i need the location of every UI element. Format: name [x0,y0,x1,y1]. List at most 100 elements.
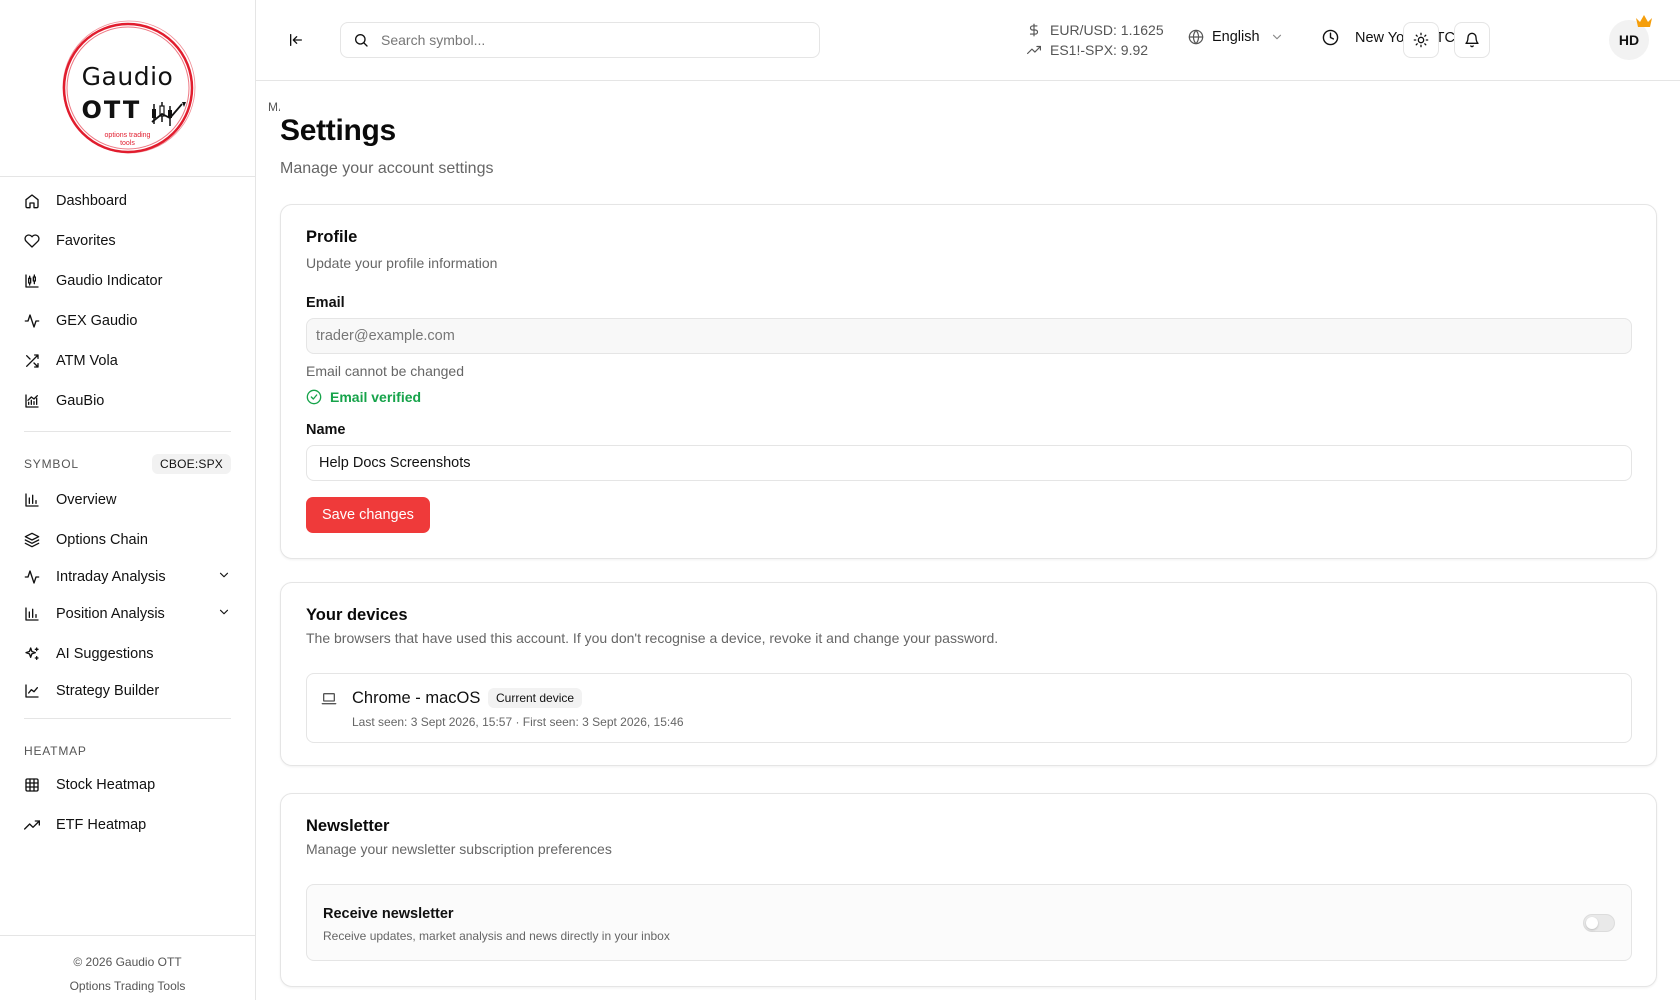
device-row: Chrome - macOS Current device Last seen:… [306,673,1632,743]
sidebar-item-label: Stock Heatmap [56,777,156,793]
copyright-text: © 2026 Gaudio OTT [73,955,182,969]
logo-area: Gaudio OTT options trading tools [0,0,255,177]
sidebar-item-label: GEX Gaudio [56,313,138,329]
search-icon [353,32,369,48]
profile-subtitle: Update your profile information [306,255,498,271]
section-symbol-label: SYMBOL [24,457,79,471]
device-name: Chrome - macOS [352,689,481,707]
symbol-badge[interactable]: CBOE:SPX [152,454,231,474]
sidebar-item-atm-vola[interactable]: ATM Vola [12,341,243,381]
home-icon [24,193,40,209]
globe-icon [1188,29,1204,45]
email-field[interactable] [306,318,1632,354]
dollar-icon [1026,22,1042,38]
sidebar-item-options-chain[interactable]: Options Chain [12,520,243,560]
profile-title: Profile [306,228,358,246]
check-circle-icon [306,389,322,405]
email-verified-status: Email verified [306,389,421,405]
footer-tagline: Options Trading Tools [69,979,186,993]
sparkles-icon [24,646,40,662]
sidebar-item-intraday-analysis[interactable]: Intraday Analysis [12,560,243,594]
profile-card: Profile Update your profile information … [280,204,1657,559]
devices-subtitle: The browsers that have used this account… [306,630,999,646]
main-content: Settings Manage your account settings Pr… [256,81,1680,1000]
newsletter-toggle[interactable] [1583,914,1615,932]
language-selector[interactable]: English [1188,29,1284,45]
clock-icon [1322,29,1339,46]
sidebar-item-etf-heatmap[interactable]: ETF Heatmap [12,805,243,845]
timezone-selector[interactable]: New York (UTC-4) [1322,29,1473,46]
sidebar-item-gex-gaudio[interactable]: GEX Gaudio [12,301,243,341]
newsletter-subtitle: Manage your newsletter subscription pref… [306,841,612,857]
sidebar-item-label: Position Analysis [56,606,165,622]
sidebar-item-favorites[interactable]: Favorites [12,221,243,261]
chevron-down-icon [1270,30,1284,44]
logo-tagline-line2: tools [120,140,135,147]
email-label: Email [306,295,345,311]
current-device-badge: Current device [488,688,583,708]
sidebar-divider [24,718,231,719]
sidebar-item-stock-heatmap[interactable]: Stock Heatmap [12,765,243,805]
grid-icon [24,777,40,793]
bell-icon [1464,32,1480,48]
section-symbol-heading: SYMBOL CBOE:SPX [12,454,243,474]
activity-icon [24,569,40,585]
sidebar-item-label: Favorites [56,233,116,249]
sidebar-item-label: GauBio [56,393,105,409]
ticker-es-spx-value: ES1!-SPX: 9.92 [1050,42,1149,58]
name-field[interactable] [306,445,1632,481]
activity-icon [24,313,40,329]
search-box[interactable] [340,22,820,58]
laptop-icon [320,691,338,712]
notifications-button[interactable] [1454,22,1490,58]
sidebar-item-dashboard[interactable]: Dashboard [12,181,243,221]
sidebar-item-strategy-builder[interactable]: Strategy Builder [12,674,243,708]
top-header: EUR/USD: 1.1625 ES1!-SPX: 9.92 English N… [256,0,1680,81]
sidebar-item-label: AI Suggestions [56,646,154,662]
logo-text-gaudio: Gaudio [81,62,174,91]
logo-text-ott: OTT [81,96,142,124]
section-heatmap-label: HEATMAP [24,744,87,758]
devices-title: Your devices [306,606,408,624]
sidebar-nav: MAIN Dashboard Favorites Gaudio Indicato… [0,100,280,845]
page-title: Settings [280,114,396,147]
ticker-eurusd-value: EUR/USD: 1.1625 [1050,22,1164,38]
logo-tagline-line1: options trading [104,132,151,139]
sidebar-item-label: Dashboard [56,193,127,209]
trending-up-icon [1026,43,1042,57]
search-input[interactable] [381,32,801,48]
ticker-es-spx: ES1!-SPX: 9.92 [1026,40,1164,60]
theme-toggle-button[interactable] [1403,22,1439,58]
ticker-panel: EUR/USD: 1.1625 ES1!-SPX: 9.92 [1026,20,1164,60]
sidebar-item-label: Overview [56,492,117,508]
save-changes-button[interactable]: Save changes [306,497,430,533]
chevron-down-icon[interactable] [217,568,231,586]
crown-icon [1635,14,1653,33]
ticker-eurusd: EUR/USD: 1.1625 [1026,20,1164,40]
collapse-sidebar-icon[interactable] [286,30,306,50]
logo-chart-icon [150,102,186,126]
sidebar-item-position-analysis[interactable]: Position Analysis [12,594,243,634]
sidebar-item-label: Strategy Builder [56,683,160,699]
shuffle-icon [24,353,40,369]
bar-chart-icon [24,606,40,622]
newsletter-option-desc: Receive updates, market analysis and new… [323,929,670,943]
newsletter-card: Newsletter Manage your newsletter subscr… [280,793,1657,987]
email-help-text: Email cannot be changed [306,363,464,379]
name-label: Name [306,422,346,438]
logo[interactable]: Gaudio OTT options trading tools [58,18,198,158]
section-heatmap-heading: HEATMAP [12,741,243,761]
sidebar-item-label: Intraday Analysis [56,569,166,585]
sidebar-item-gaubio[interactable]: GauBio [12,381,243,421]
sidebar-item-gaudio-indicator[interactable]: Gaudio Indicator [12,261,243,301]
sidebar-item-label: Gaudio Indicator [56,273,163,289]
toggle-knob [1586,917,1598,929]
chevron-down-icon[interactable] [217,605,231,623]
logo-tagline: options trading tools [58,132,198,148]
newsletter-title: Newsletter [306,817,390,835]
sidebar-item-label: ATM Vola [56,353,118,369]
sidebar-item-overview[interactable]: Overview [12,480,243,520]
sidebar-footer: © 2026 Gaudio OTT Options Trading Tools [0,935,255,1000]
trending-up-icon [24,817,40,833]
sidebar-item-ai-suggestions[interactable]: AI Suggestions [12,634,243,674]
